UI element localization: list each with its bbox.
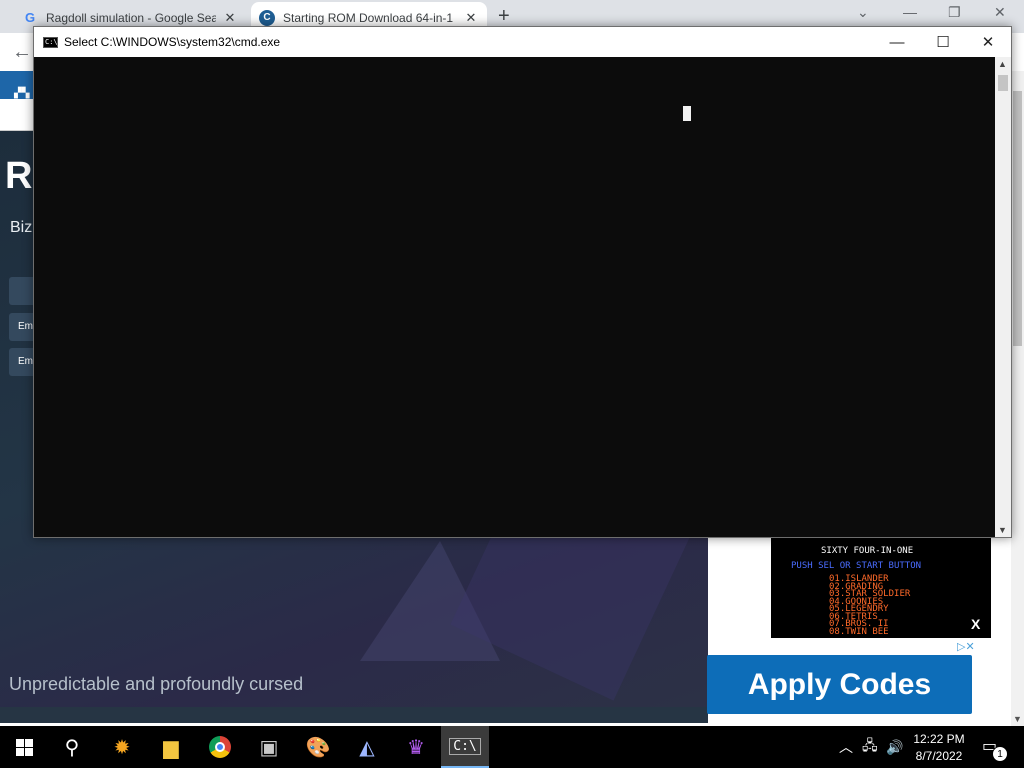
- scroll-down-icon[interactable]: ▼: [998, 525, 1007, 535]
- scroll-down-icon[interactable]: ▼: [1013, 714, 1022, 724]
- cmd-app-icon: C:\_: [43, 37, 62, 48]
- volume-icon[interactable]: 🔊: [886, 726, 903, 768]
- ad-close-button[interactable]: X: [971, 616, 980, 632]
- rom-game-item: 08.TWIN BEE: [829, 626, 889, 637]
- page-tagline: Unpredictable and profoundly cursed: [9, 674, 304, 694]
- rom-title: SIXTY FOUR-IN-ONE: [821, 546, 914, 556]
- start-button[interactable]: [0, 726, 48, 768]
- cmd-console-area[interactable]: [34, 57, 995, 537]
- text-cursor: [683, 106, 691, 121]
- site-c-icon: C: [259, 9, 275, 26]
- network-icon[interactable]: 🖧: [862, 726, 878, 768]
- tray-chevron-icon[interactable]: ︿: [839, 726, 853, 768]
- windows-taskbar: ⚲ ✹ ▆ ▣ 🎨 ◭ ♛ C:\ ︿ 🖧 🔊 12:22 PM 8/7/202…: [0, 726, 1024, 768]
- clock-date: 8/7/2022: [915, 749, 963, 763]
- cmd-close-button[interactable]: ✕: [965, 27, 1011, 57]
- tab-close-icon[interactable]: ✕: [222, 10, 238, 26]
- browser-minimize-button[interactable]: —: [903, 4, 917, 20]
- adchoices-icon[interactable]: ▷✕: [957, 640, 975, 653]
- scroll-up-icon[interactable]: ▲: [998, 59, 1007, 69]
- monster-game-icon[interactable]: ♛: [392, 726, 440, 768]
- hero-bottom-strip: [0, 707, 708, 723]
- notification-count-badge: 1: [992, 746, 1008, 762]
- cmd-taskbar-icon[interactable]: C:\: [441, 726, 489, 768]
- tab-title: Starting ROM Download 64-in-1: [283, 10, 454, 25]
- tab-search-icon[interactable]: ⌄: [857, 4, 869, 21]
- cmd-maximize-button[interactable]: ☐: [920, 27, 966, 57]
- clock-time: 12:22 PM: [913, 732, 965, 746]
- taskbar-clock[interactable]: 12:22 PM 8/7/2022: [905, 731, 973, 765]
- scrollbar-thumb[interactable]: [1013, 91, 1022, 346]
- cmd-window[interactable]: C:\_ Select C:\WINDOWS\system32\cmd.exe …: [33, 26, 1012, 538]
- paint-palette-icon[interactable]: 🎨: [294, 726, 342, 768]
- cmd-window-title: Select C:\WINDOWS\system32\cmd.exe: [64, 35, 281, 49]
- site-logo-icon[interactable]: ▞▚: [14, 88, 34, 99]
- windows-logo-icon: [15, 738, 33, 756]
- chrome-icon[interactable]: [196, 726, 244, 768]
- browser-restore-button[interactable]: ❐: [948, 4, 961, 21]
- cmd-scrollbar-thumb[interactable]: [998, 75, 1008, 91]
- tab-close-icon[interactable]: ✕: [463, 10, 479, 26]
- rom-screenshot-ad[interactable]: SIXTY FOUR-IN-ONE PUSH SEL OR START BUTT…: [771, 538, 991, 638]
- google-g-icon: G: [24, 10, 36, 25]
- page-scrollbar[interactable]: ▼: [1011, 71, 1024, 726]
- cmd-scrollbar[interactable]: ▲ ▼: [995, 57, 1011, 537]
- new-tab-button[interactable]: +: [498, 5, 510, 28]
- file-explorer-icon[interactable]: ▆: [147, 726, 195, 768]
- tab-title: Ragdoll simulation - Google Sea: [46, 10, 216, 25]
- cmd-titlebar[interactable]: C:\_ Select C:\WINDOWS\system32\cmd.exe …: [34, 27, 1011, 57]
- hero-subtitle: Bizl: [10, 219, 36, 236]
- sun-app-icon[interactable]: ✹: [98, 726, 146, 768]
- rom-prompt: PUSH SEL OR START BUTTON: [791, 561, 922, 571]
- blocks-app-icon[interactable]: ▣: [245, 726, 293, 768]
- triangle-app-icon[interactable]: ◭: [343, 726, 391, 768]
- apply-codes-button[interactable]: Apply Codes: [707, 655, 972, 714]
- browser-close-button[interactable]: ✕: [994, 4, 1006, 21]
- search-icon[interactable]: ⚲: [48, 726, 96, 768]
- back-arrow-icon[interactable]: ←: [12, 41, 32, 64]
- cmd-minimize-button[interactable]: —: [874, 27, 920, 57]
